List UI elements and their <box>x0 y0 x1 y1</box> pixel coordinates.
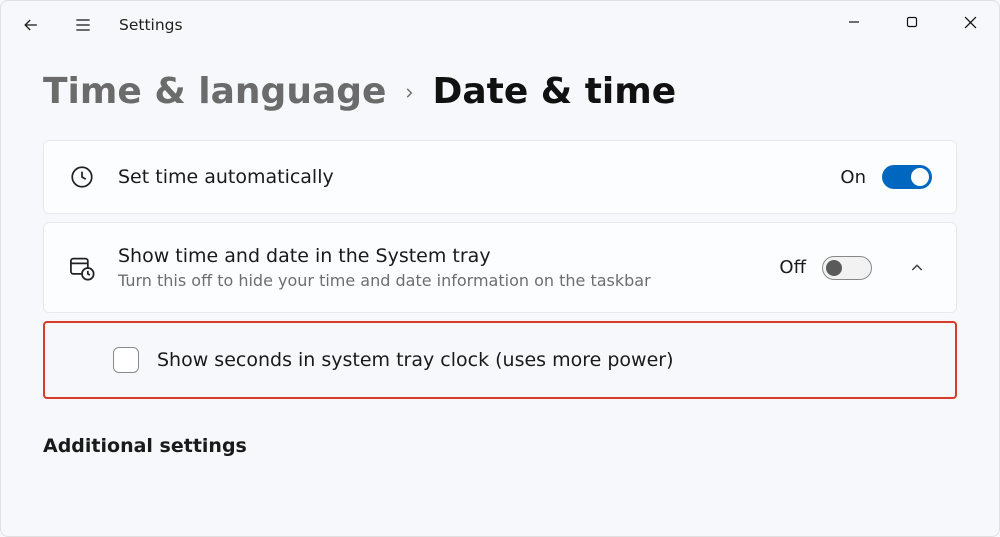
section-header-additional: Additional settings <box>43 435 957 457</box>
app-title: Settings <box>119 16 183 34</box>
minimize-icon <box>848 16 860 28</box>
setting-title: Set time automatically <box>118 166 818 188</box>
close-button[interactable] <box>941 1 999 43</box>
breadcrumb: Time & language Date & time <box>43 71 957 112</box>
checkbox-show-seconds[interactable] <box>113 347 139 373</box>
close-icon <box>964 16 977 29</box>
arrow-left-icon <box>21 15 41 35</box>
minimize-button[interactable] <box>825 1 883 43</box>
chevron-up-icon <box>909 260 925 276</box>
setting-show-seconds-tray[interactable]: Show seconds in system tray clock (uses … <box>43 321 957 399</box>
window-controls <box>825 1 999 43</box>
setting-set-time-automatically[interactable]: Set time automatically On <box>43 140 957 214</box>
clock-icon <box>68 163 96 191</box>
setting-show-time-date-tray[interactable]: Show time and date in the System tray Tu… <box>43 222 957 313</box>
back-button[interactable] <box>9 5 53 45</box>
checkbox-label: Show seconds in system tray clock (uses … <box>157 349 674 371</box>
maximize-button[interactable] <box>883 1 941 43</box>
calendar-clock-icon <box>68 254 96 282</box>
maximize-icon <box>906 16 918 28</box>
main-content: Time & language Date & time Set time aut… <box>1 49 999 457</box>
toggle-show-time-date-tray[interactable] <box>822 256 872 280</box>
breadcrumb-parent[interactable]: Time & language <box>43 71 386 112</box>
toggle-state-label: Off <box>779 257 806 278</box>
title-bar: Settings <box>1 1 999 49</box>
toggle-state-label: On <box>840 167 866 188</box>
hamburger-icon <box>73 15 93 35</box>
chevron-right-icon <box>402 81 416 106</box>
setting-title: Show time and date in the System tray <box>118 245 757 267</box>
menu-button[interactable] <box>61 5 105 45</box>
expand-button[interactable] <box>902 260 932 276</box>
breadcrumb-current: Date & time <box>432 71 676 112</box>
setting-subtitle: Turn this off to hide your time and date… <box>118 271 757 290</box>
title-bar-left: Settings <box>9 5 183 45</box>
toggle-set-time-automatically[interactable] <box>882 165 932 189</box>
